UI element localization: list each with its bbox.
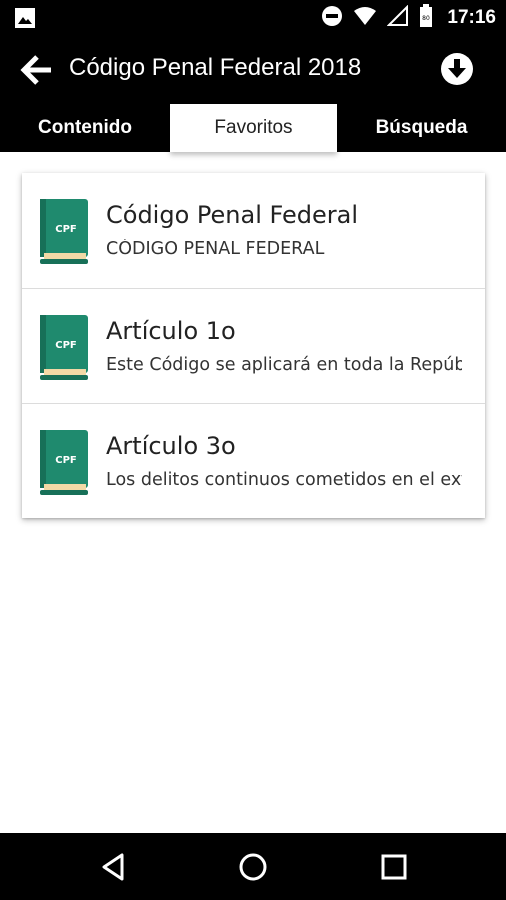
list-item-title: Código Penal Federal (106, 201, 358, 229)
list-item-subtitle: CÓDIGO PENAL FEDERAL (106, 239, 325, 259)
status-time: 17:16 (447, 7, 496, 28)
list-item-title: Artículo 3o (106, 432, 236, 460)
svg-text:CPF: CPF (55, 224, 77, 235)
svg-text:CPF: CPF (55, 340, 77, 351)
do-not-disturb-icon (321, 5, 343, 32)
svg-text:80: 80 (423, 15, 431, 22)
nav-back-button[interactable] (98, 851, 130, 883)
book-icon: CPF (38, 430, 90, 496)
arrow-left-icon (20, 55, 51, 85)
tab-favoritos[interactable]: Favoritos (170, 104, 337, 152)
tab-busqueda[interactable]: Búsqueda (337, 104, 506, 152)
list-item[interactable]: CPF Artículo 1o Este Código se aplicará … (22, 288, 485, 404)
list-item-title: Artículo 1o (106, 317, 236, 345)
app-bar: Código Penal Federal 2018 (0, 36, 506, 104)
download-button[interactable] (439, 51, 475, 87)
list-item-subtitle: Los delitos continuos cometidos en el ex… (106, 470, 462, 490)
book-icon: CPF (38, 315, 90, 381)
nav-home-button[interactable] (237, 851, 269, 883)
nav-recents-button[interactable] (378, 851, 410, 883)
battery-icon: 80 (419, 3, 433, 33)
download-circle-icon (441, 53, 473, 85)
recents-square-icon (381, 854, 407, 880)
navigation-bar (0, 833, 506, 900)
status-bar: 80 17:16 (0, 0, 506, 36)
list-item[interactable]: CPF Código Penal Federal CÓDIGO PENAL FE… (22, 173, 485, 288)
image-icon (14, 7, 36, 34)
tab-contenido[interactable]: Contenido (0, 104, 170, 152)
favorites-list: CPF Código Penal Federal CÓDIGO PENAL FE… (22, 173, 485, 518)
list-item-subtitle: Este Código se aplicará en toda la Repúb… (106, 355, 462, 375)
svg-text:CPF: CPF (55, 455, 77, 466)
back-button[interactable] (20, 53, 54, 87)
back-triangle-icon (102, 853, 124, 881)
wifi-icon (353, 5, 377, 32)
tab-bar: Contenido Favoritos Búsqueda (0, 104, 506, 152)
signal-icon (386, 4, 409, 32)
home-circle-icon (239, 853, 267, 881)
page-title: Código Penal Federal 2018 (69, 54, 362, 81)
list-item[interactable]: CPF Artículo 3o Los delitos continuos co… (22, 403, 485, 519)
book-icon: CPF (38, 199, 90, 265)
